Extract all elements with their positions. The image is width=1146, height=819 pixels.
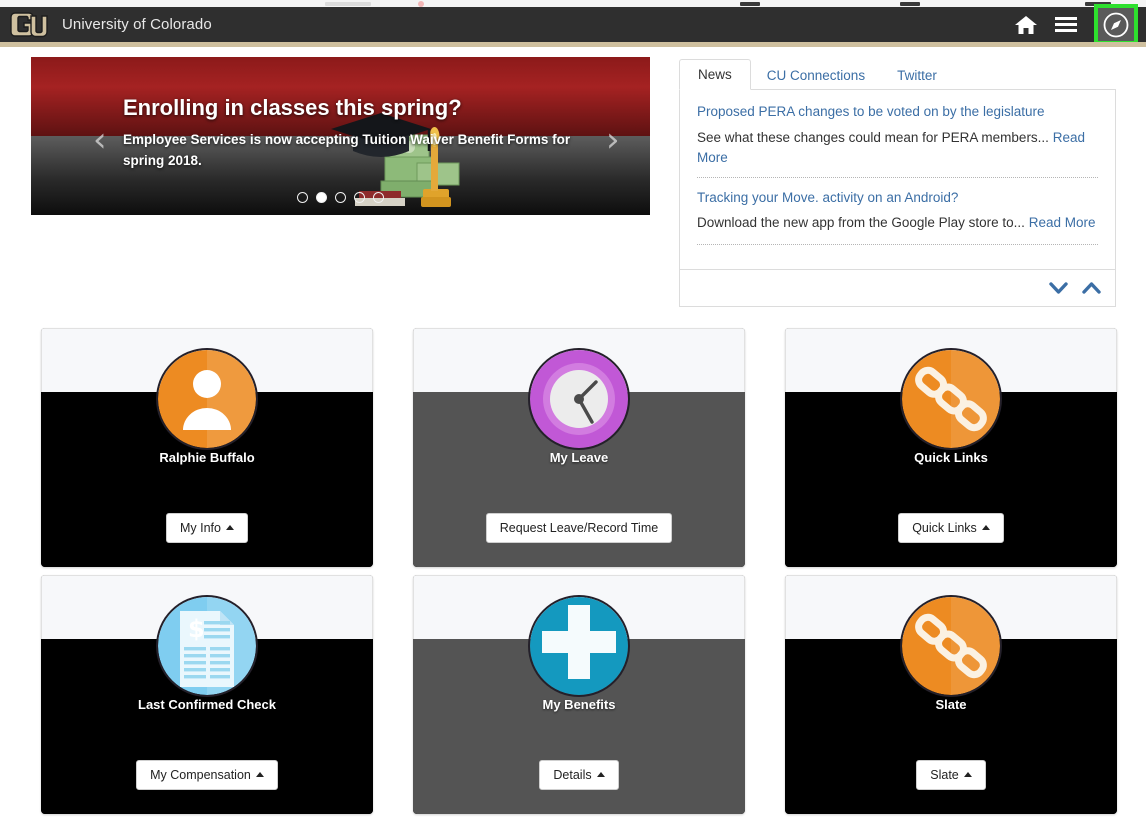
chevron-down-icon[interactable] — [1049, 281, 1068, 295]
tile-action-button-label: My Compensation — [150, 768, 251, 782]
tile-last-confirmed-check[interactable]: $ Last Confirmed Check My Compensation — [41, 575, 373, 814]
carousel-prev-button[interactable]: ‹ — [93, 123, 107, 157]
tile-label: Slate — [935, 697, 967, 712]
tile-action-area: Quick Links — [785, 513, 1117, 543]
tile-action-area: My Info — [41, 513, 373, 543]
tile-action-area: Slate — [785, 760, 1117, 790]
news-tab-twitter[interactable]: Twitter — [881, 61, 953, 90]
tile-my-info[interactable]: Ralphie Buffalo My Info — [41, 328, 373, 567]
caret-up-icon — [981, 525, 990, 530]
carousel-dot-3[interactable] — [335, 192, 346, 203]
tile-my-leave[interactable]: My Leave Request Leave/Record Time — [413, 328, 745, 567]
news-panel: News CU Connections Twitter Proposed PERA … — [679, 56, 1116, 307]
chain-link-icon — [902, 350, 1000, 448]
home-icon[interactable] — [1006, 7, 1046, 42]
sliver-tab-mark — [325, 2, 371, 6]
tile-label: My Leave — [549, 450, 609, 465]
news-summary-text: Download the new app from the Google Pla… — [697, 215, 1025, 231]
tile-action-button-label: Slate — [930, 768, 959, 782]
promo-carousel[interactable]: Enrolling in classes this spring? Employ… — [31, 57, 650, 215]
page-root: University of Colorado Enrolling in clas… — [0, 0, 1146, 819]
tile-slate[interactable]: Slate Slate — [785, 575, 1117, 814]
carousel-pagination-dots[interactable] — [31, 190, 650, 208]
tile-action-button-quick-links[interactable]: Quick Links — [898, 513, 1004, 543]
cu-logo-icon[interactable] — [10, 8, 50, 42]
news-summary-text: See what these changes could mean for PE… — [697, 129, 1049, 145]
carousel-caption: Enrolling in classes this spring? Employ… — [123, 95, 583, 171]
clock-icon — [530, 350, 628, 448]
medical-cross-icon — [530, 597, 628, 695]
news-summary: Download the new app from the Google Pla… — [697, 213, 1098, 234]
tile-action-area: Request Leave/Record Time — [413, 513, 745, 543]
tile-action-button-my-info[interactable]: My Info — [166, 513, 248, 543]
paycheck-document-icon: $ — [158, 597, 256, 695]
tile-action-button-label: Details — [553, 768, 592, 782]
carousel-dot-1[interactable] — [297, 192, 308, 203]
carousel-dot-4[interactable] — [354, 192, 365, 203]
carousel-next-button[interactable]: › — [606, 123, 620, 157]
tile-quick-links[interactable]: Quick Links Quick Links — [785, 328, 1117, 567]
news-item: Tracking your Move. activity on an Andro… — [697, 176, 1098, 253]
tile-action-button-label: Request Leave/Record Time — [499, 521, 659, 535]
tile-action-area: My Compensation — [41, 760, 373, 790]
news-read-more-link[interactable]: Read More — [1029, 215, 1096, 230]
chain-link-icon — [902, 597, 1000, 695]
tile-label: My Benefits — [542, 697, 616, 712]
news-divider — [697, 243, 1098, 245]
sliver-mark-b — [900, 2, 920, 6]
app-header-bar: University of Colorado — [0, 4, 1146, 45]
header-gold-stripe — [0, 42, 1146, 47]
tile-action-button-my-benefits[interactable]: Details — [539, 760, 619, 790]
tile-action-button-label: My Info — [180, 521, 221, 535]
tile-label: Last Confirmed Check — [138, 697, 276, 712]
news-tab-list: News CU Connections Twitter — [679, 56, 1116, 90]
news-summary: See what these changes could mean for PE… — [697, 128, 1098, 169]
news-item-list: Proposed PERA changes to be voted on by … — [679, 90, 1116, 270]
tile-action-area: Details — [413, 760, 745, 790]
tile-my-benefits[interactable]: My Benefits Details — [413, 575, 745, 814]
tile-action-button-slate[interactable]: Slate — [916, 760, 986, 790]
tile-action-button-my-leave[interactable]: Request Leave/Record Time — [485, 513, 673, 543]
tile-label: Quick Links — [914, 450, 988, 465]
tile-label: Ralphie Buffalo — [159, 450, 255, 465]
caret-up-icon — [596, 772, 605, 777]
carousel-dot-2[interactable] — [316, 192, 327, 203]
news-panel-footer — [679, 270, 1116, 307]
carousel-subtitle: Employee Services is now accepting Tuiti… — [123, 132, 571, 168]
caret-up-icon — [226, 525, 234, 530]
news-headline-link[interactable]: Proposed PERA changes to be voted on by … — [697, 102, 1098, 122]
news-headline-link[interactable]: Tracking your Move. activity on an Andro… — [697, 188, 1098, 208]
news-tab-news[interactable]: News — [679, 58, 751, 90]
chevron-up-icon[interactable] — [1082, 281, 1101, 295]
caret-up-icon — [255, 772, 264, 777]
svg-text:$: $ — [188, 615, 205, 643]
news-item: Proposed PERA changes to be voted on by … — [697, 102, 1098, 177]
tile-action-button-last-confirmed-check[interactable]: My Compensation — [136, 760, 278, 790]
news-tab-cu-connections[interactable]: CU Connections — [751, 61, 881, 90]
app-header-actions — [1006, 4, 1146, 45]
app-title: University of Colorado — [62, 16, 212, 33]
carousel-dot-5[interactable] — [373, 192, 384, 203]
compass-navigator-icon[interactable] — [1094, 4, 1138, 45]
caret-up-icon — [963, 772, 972, 777]
carousel-title: Enrolling in classes this spring? — [123, 95, 462, 120]
sliver-mark-a — [740, 2, 760, 6]
hamburger-menu-icon[interactable] — [1046, 7, 1086, 42]
tile-action-button-label: Quick Links — [912, 521, 977, 535]
user-avatar-icon — [158, 350, 256, 448]
